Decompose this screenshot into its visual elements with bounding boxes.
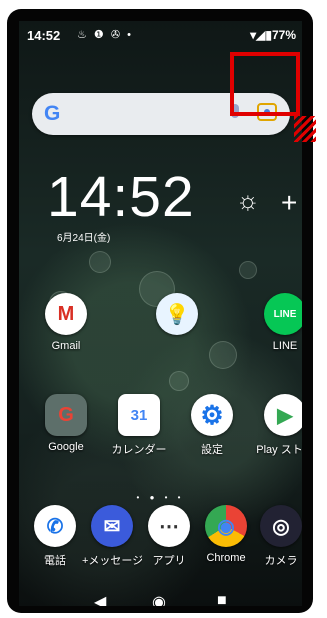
recent-apps-icon[interactable]: ■ (217, 592, 227, 606)
calendar-icon: 31 (118, 394, 160, 436)
app-label: 電話 (44, 555, 66, 567)
highlight-box (230, 52, 300, 116)
app-lightbulb[interactable]: 💡 (147, 293, 207, 340)
app-settings[interactable]: ⚙ 設定 (182, 394, 242, 457)
gmail-icon: M (45, 293, 87, 335)
wallpaper-bubble (169, 371, 189, 391)
lightbulb-icon: 💡 (156, 293, 198, 335)
settings-icon: ⚙ (191, 394, 233, 436)
app-drawer-icon: ⋯ (148, 505, 190, 547)
app-label: アプリ (152, 555, 186, 567)
app-line[interactable]: LINE LINE (255, 293, 302, 352)
wallpaper-bubble (89, 251, 111, 273)
app-label: +メッセージ (82, 555, 142, 567)
status-time: 14:52 (27, 28, 61, 43)
add-icon[interactable]: + (281, 187, 297, 219)
app-label: Chrome (206, 552, 246, 564)
app-label: カレンダー (111, 444, 167, 456)
battery-signal-status: ▾◢▮77% (250, 28, 296, 42)
highlight-pointer (294, 116, 316, 142)
app-label: Play ストア (256, 444, 302, 456)
app-gmail[interactable]: M Gmail (36, 293, 96, 352)
navigation-bar: ◀ ◉ ■ (19, 582, 302, 606)
wallpaper-bubble (209, 341, 237, 369)
dock-apps[interactable]: ⋯ アプリ (139, 505, 199, 568)
camera-icon: ◎ (260, 505, 302, 547)
dock-camera[interactable]: ◎ カメラ (251, 505, 302, 568)
app-label: LINE (272, 340, 298, 352)
google-folder-icon: G (45, 394, 87, 436)
home-icon[interactable]: ◉ (152, 592, 166, 606)
clock-date: 6月24日(金) (57, 233, 111, 244)
phone-icon: ✆ (34, 505, 76, 547)
back-icon[interactable]: ◀ (94, 592, 106, 606)
weather-icon[interactable]: ☼ (236, 185, 260, 216)
app-calendar[interactable]: 31 カレンダー (109, 394, 169, 457)
notification-icons: ♨ ❶ ✇ • (77, 29, 133, 41)
dock-phone[interactable]: ✆ 電話 (25, 505, 85, 568)
app-label: カメラ (264, 555, 298, 567)
dock-message[interactable]: ✉ +メッセージ (82, 505, 142, 568)
status-bar: 14:52 ♨ ❶ ✇ • ▾◢▮77% (19, 21, 302, 49)
line-icon: LINE (264, 293, 302, 335)
google-logo: G (44, 102, 61, 125)
dock-chrome[interactable]: ◉ Chrome (196, 505, 256, 564)
app-playstore[interactable]: ▶ Play ストア (255, 394, 302, 457)
page-indicator: • ● • • (136, 493, 185, 502)
app-label: 設定 (201, 444, 223, 456)
clock-time[interactable]: 14:52 (47, 169, 195, 226)
chrome-icon: ◉ (205, 505, 247, 547)
app-label: Google (48, 441, 84, 453)
playstore-icon: ▶ (264, 394, 302, 436)
app-label: Gmail (51, 340, 81, 352)
app-google[interactable]: G Google (36, 394, 96, 453)
message-icon: ✉ (91, 505, 133, 547)
wallpaper-bubble (239, 261, 257, 279)
